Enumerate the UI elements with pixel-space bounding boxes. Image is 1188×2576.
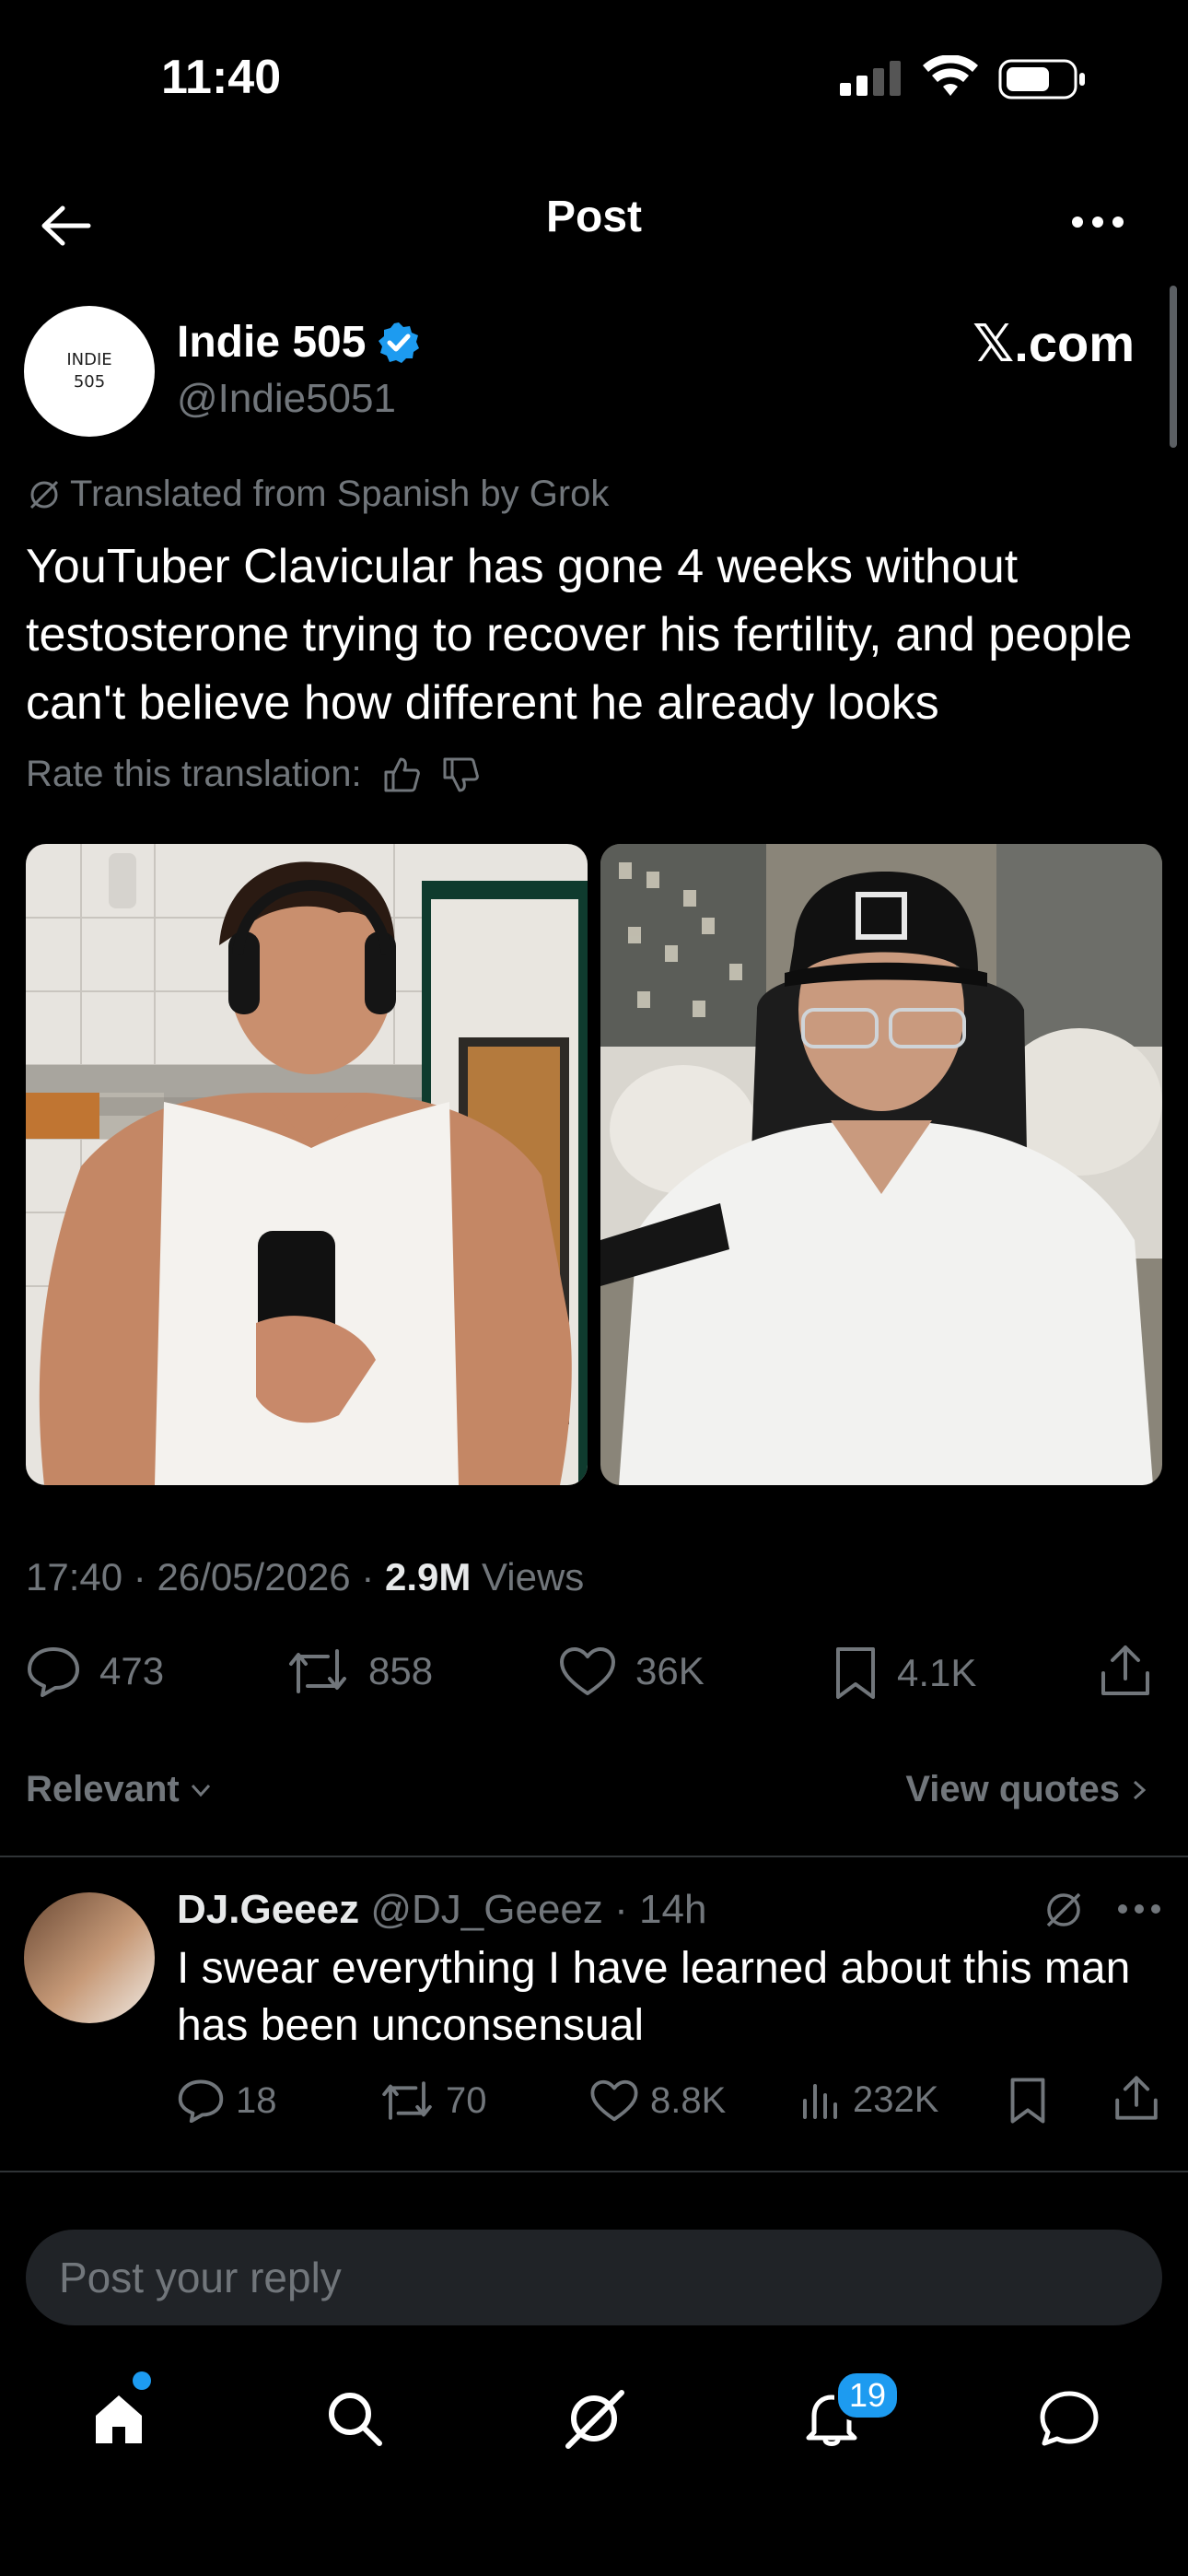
post-meta: 17:40 · 26/05/2026 · 2.9M Views [26, 1555, 585, 1598]
reply-count: 473 [99, 1649, 165, 1692]
avatar-text-line1: INDIE [66, 350, 112, 369]
reply-more-icon[interactable] [1116, 1902, 1162, 1916]
chevron-down-icon [187, 1776, 215, 1804]
divider [0, 2171, 1188, 2172]
analytics-icon [799, 2078, 842, 2121]
views-label: Views [482, 1555, 585, 1598]
reply-views-action[interactable]: 232K [799, 2078, 938, 2121]
post-image-left[interactable] [26, 844, 588, 1485]
reply-age: 14h [639, 1887, 707, 1932]
rate-translation-label: Rate this translation: [26, 754, 362, 794]
more-options-icon[interactable] [1068, 208, 1127, 236]
views-count: 2.9M [384, 1555, 472, 1598]
avatar-text-line2: 505 [73, 372, 106, 392]
author-handle[interactable]: @Indie5051 [177, 376, 396, 422]
reply-bookmark-icon[interactable] [1007, 2077, 1048, 2125]
reply-avatar[interactable] [24, 1892, 155, 2023]
reply-author-name[interactable]: DJ.Geeez [177, 1887, 359, 1932]
author-name: Indie 505 [177, 318, 367, 367]
reply-icon [177, 2078, 225, 2123]
thumbs-up-icon[interactable] [382, 755, 421, 794]
rate-translation: Rate this translation: [26, 754, 480, 795]
post-time: 17:40 [26, 1555, 123, 1598]
reply-input[interactable]: Post your reply [26, 2230, 1162, 2325]
signal-icon [840, 59, 904, 96]
reply-reply-count: 18 [236, 2079, 277, 2121]
repost-icon [379, 2078, 435, 2123]
source-badge: 𝕏.com [973, 314, 1135, 372]
reply-input-placeholder: Post your reply [59, 2254, 342, 2301]
thumbs-down-icon[interactable] [441, 755, 480, 794]
reply-share-icon[interactable] [1112, 2073, 1160, 2123]
battery-icon [998, 59, 1087, 100]
chevron-right-icon [1129, 1776, 1151, 1804]
post-text: YouTuber Clavicular has gone 4 weeks wit… [26, 540, 1133, 730]
like-count: 36K [635, 1649, 705, 1692]
reply-views-count: 232K [853, 2078, 939, 2120]
page-title: Post [545, 193, 642, 241]
sort-dropdown[interactable]: Relevant [26, 1769, 215, 1810]
sort-label: Relevant [26, 1769, 180, 1809]
grok-icon [26, 476, 63, 513]
bookmark-count: 4.1K [897, 1651, 977, 1694]
grok-nav-icon[interactable] [553, 2377, 635, 2460]
status-time: 11:40 [161, 51, 282, 104]
view-quotes-link[interactable]: View quotes [905, 1769, 1151, 1810]
repost-action[interactable]: 858 [285, 1645, 433, 1697]
scrollbar[interactable] [1170, 286, 1177, 448]
translation-note-text: Translated from Spanish by Grok [70, 474, 610, 514]
search-icon[interactable] [313, 2377, 396, 2460]
reply-author-handle[interactable]: @DJ_Geeez [370, 1887, 603, 1932]
author-name-row[interactable]: Indie 505 [177, 317, 421, 368]
reply-text: I swear everything I have learned about … [177, 1944, 1131, 2050]
heart-icon [558, 1645, 617, 1697]
bookmark-icon [833, 1645, 879, 1701]
grok-icon[interactable] [1041, 1887, 1087, 1933]
verified-badge-icon [377, 321, 421, 365]
reply-header: DJ.Geeez @DJ_Geeez · 14h [177, 1887, 707, 1932]
notifications-badge: 19 [834, 2370, 901, 2421]
repost-icon [285, 1645, 350, 1697]
reply-like-action[interactable]: 8.8K [589, 2078, 726, 2123]
reply-action[interactable]: 473 [26, 1645, 164, 1697]
like-action[interactable]: 36K [558, 1645, 705, 1697]
reply-like-count: 8.8K [650, 2079, 727, 2121]
translation-note: Translated from Spanish by Grok [26, 474, 609, 515]
reply-repost-action[interactable]: 70 [379, 2078, 487, 2123]
bookmark-action[interactable]: 4.1K [833, 1645, 976, 1701]
heart-icon [589, 2078, 639, 2123]
reply-icon [26, 1645, 81, 1697]
home-icon[interactable] [77, 2377, 160, 2460]
repost-count: 858 [368, 1649, 434, 1692]
post-date: 26/05/2026 [157, 1555, 351, 1598]
divider [0, 1856, 1188, 1857]
post-image-right[interactable] [600, 844, 1162, 1485]
messages-icon[interactable] [1028, 2377, 1111, 2460]
view-quotes-label: View quotes [905, 1769, 1120, 1809]
home-indicator-dot [133, 2371, 151, 2390]
share-icon[interactable] [1098, 1642, 1153, 1699]
reply-repost-count: 70 [446, 2079, 487, 2121]
wifi-icon [923, 55, 978, 98]
author-avatar[interactable]: INDIE 505 [24, 306, 155, 437]
reply-reply-action[interactable]: 18 [177, 2078, 277, 2123]
